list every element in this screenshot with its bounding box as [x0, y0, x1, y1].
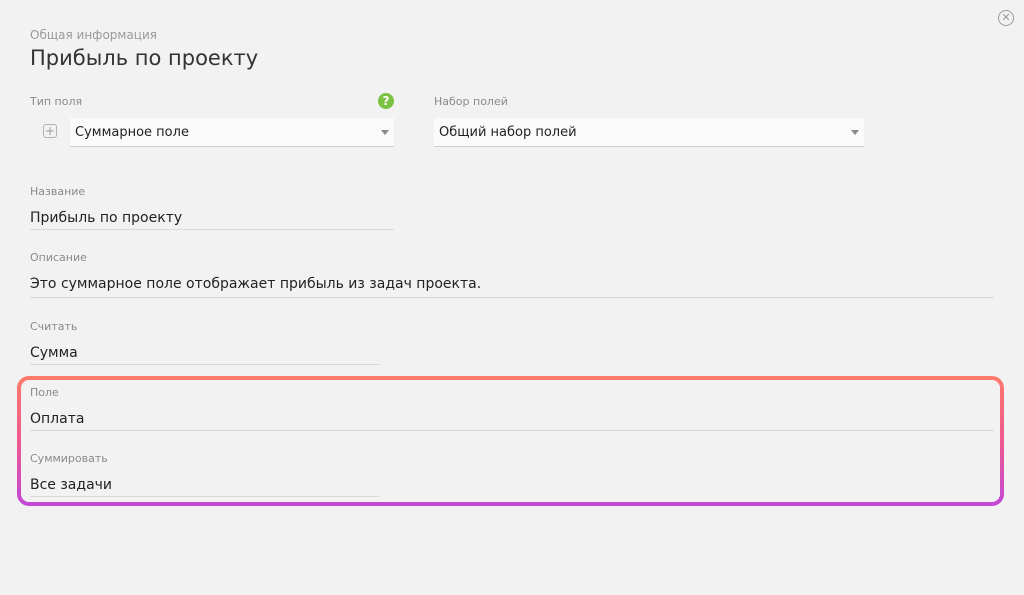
description-field[interactable]: Это суммарное поле отображает прибыль из… [30, 273, 994, 298]
chevron-down-icon [381, 130, 389, 135]
summarize-label: Суммировать [30, 452, 108, 465]
add-icon[interactable]: + [43, 124, 57, 138]
field-set-label: Набор полей [434, 95, 508, 108]
page-title: Прибыль по проекту [30, 46, 259, 70]
field-type-label: Тип поля [30, 95, 83, 108]
count-select[interactable]: Сумма [30, 342, 380, 365]
description-label: Описание [30, 251, 87, 264]
count-label: Считать [30, 320, 78, 333]
description-value: Это суммарное поле отображает прибыль из… [30, 276, 482, 292]
name-label: Название [30, 185, 86, 198]
field-label: Поле [30, 386, 59, 399]
field-set-value: Общий набор полей [439, 125, 577, 140]
close-icon[interactable]: ✕ [998, 10, 1014, 26]
field-select[interactable]: Оплата [30, 408, 994, 431]
count-value: Сумма [30, 345, 78, 361]
breadcrumb: Общая информация [30, 28, 157, 42]
field-set-select[interactable]: Общий набор полей [434, 118, 864, 147]
name-field[interactable]: Прибыль по проекту [30, 207, 394, 230]
field-value: Оплата [30, 411, 85, 427]
field-type-value: Суммарное поле [75, 125, 189, 140]
help-icon[interactable]: ? [378, 93, 394, 109]
name-value: Прибыль по проекту [30, 210, 183, 226]
summarize-value: Все задачи [30, 477, 113, 493]
field-type-select[interactable]: Суммарное поле [70, 118, 394, 147]
summarize-select[interactable]: Все задачи [30, 474, 380, 497]
chevron-down-icon [851, 130, 859, 135]
